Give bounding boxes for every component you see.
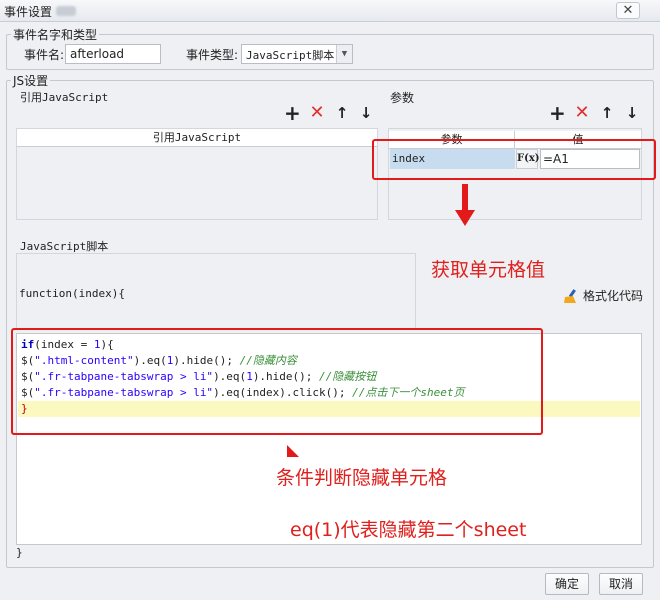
annotation-condition-hide: 条件判断隐藏单元格 (276, 467, 448, 489)
ref-move-down-icon[interactable]: ↓ (358, 105, 374, 121)
js-section-legend: JS设置 (13, 74, 49, 88)
ref-move-up-icon[interactable]: ↑ (334, 105, 350, 121)
ref-js-table-header: 引用JavaScript (17, 129, 377, 147)
cancel-button[interactable]: 取消 (599, 573, 643, 595)
function-signature: function(index){ (19, 287, 125, 300)
close-button[interactable]: ✕ (616, 2, 640, 19)
code-highlight-box (11, 328, 543, 435)
arrow-down-icon (455, 184, 475, 226)
event-type-label: 事件类型: (186, 48, 239, 62)
function-signature-panel: function(index){ (16, 253, 416, 329)
small-arrow-icon (287, 445, 299, 457)
param-highlight-box (372, 139, 656, 180)
chevron-down-icon: ▼ (336, 45, 352, 63)
event-name-field[interactable] (65, 44, 161, 64)
window-title: 事件设置 (4, 5, 53, 19)
closing-brace: } (16, 546, 23, 559)
ref-js-title: 引用JavaScript (20, 91, 109, 104)
params-title: 参数 (390, 91, 415, 105)
blurred-title-suffix (56, 6, 76, 16)
params-move-down-icon[interactable]: ↓ (624, 105, 640, 121)
annotation-get-cell-value: 获取单元格值 (431, 259, 546, 281)
format-code-label: 格式化代码 (583, 289, 644, 303)
event-section-legend: 事件名字和类型 (13, 28, 98, 42)
title-bar: 事件设置 ✕ (0, 0, 660, 22)
ok-button[interactable]: 确定 (545, 573, 589, 595)
params-move-up-icon[interactable]: ↑ (599, 105, 615, 121)
event-type-value: JavaScript脚本 (246, 49, 335, 62)
ref-add-icon[interactable]: + (284, 103, 301, 123)
ref-delete-icon[interactable]: ✕ (309, 104, 325, 122)
ref-js-table: 引用JavaScript (16, 128, 378, 220)
event-name-label: 事件名: (24, 48, 65, 62)
event-type-select[interactable]: JavaScript脚本 ▼ (241, 44, 353, 64)
format-code-button[interactable]: 格式化代码 (563, 287, 643, 304)
annotation-eq-note: eq(1)代表隐藏第二个sheet (290, 519, 527, 541)
script-title: JavaScript脚本 (20, 240, 109, 253)
params-add-icon[interactable]: + (549, 103, 566, 123)
broom-icon (564, 288, 576, 303)
params-delete-icon[interactable]: ✕ (574, 104, 590, 122)
